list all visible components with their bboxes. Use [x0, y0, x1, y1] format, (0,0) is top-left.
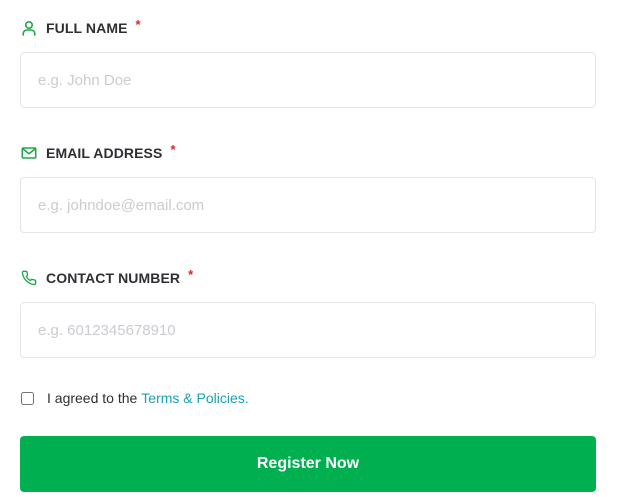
envelope-icon [20, 144, 38, 162]
required-asterisk: * [188, 266, 194, 282]
register-now-button[interactable]: Register Now [20, 436, 596, 492]
terms-checkbox[interactable] [21, 391, 34, 405]
required-asterisk: * [170, 141, 176, 157]
user-icon [20, 19, 38, 37]
full-name-input[interactable] [20, 52, 596, 108]
email-label: EMAIL ADDRESS [46, 145, 163, 161]
phone-icon [20, 269, 38, 287]
contact-number-input[interactable] [20, 302, 596, 358]
full-name-label-row: FULL NAME * [20, 16, 596, 38]
terms-policies-link[interactable]: Terms & Policies. [141, 390, 248, 406]
terms-agreement-row: I agreed to the Terms & Policies. [20, 389, 249, 407]
email-field: EMAIL ADDRESS * [20, 141, 596, 233]
email-input[interactable] [20, 177, 596, 233]
full-name-field: FULL NAME * [20, 16, 596, 108]
contact-number-label: CONTACT NUMBER [46, 270, 181, 286]
required-asterisk: * [135, 16, 141, 32]
agreement-text: I agreed to the [47, 390, 138, 406]
contact-number-label-row: CONTACT NUMBER * [20, 266, 596, 288]
contact-number-field: CONTACT NUMBER * [20, 266, 596, 358]
full-name-label: FULL NAME [46, 20, 128, 36]
email-label-row: EMAIL ADDRESS * [20, 141, 596, 163]
